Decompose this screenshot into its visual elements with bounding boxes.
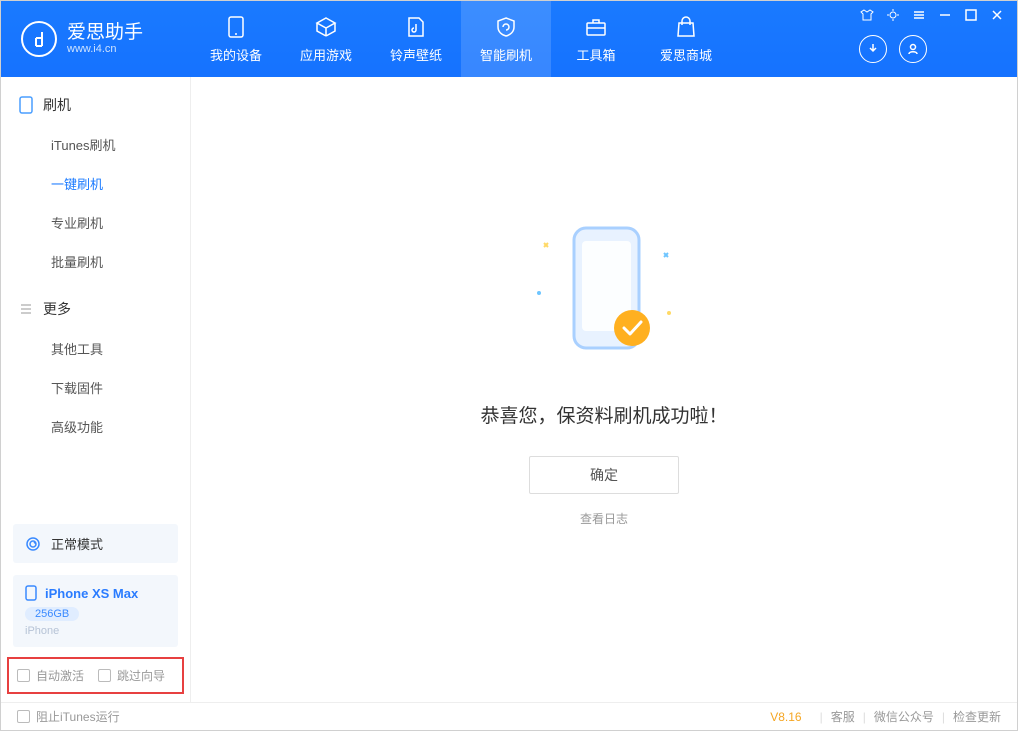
checkbox-skip-guide[interactable]: 跳过向导	[98, 667, 165, 684]
support-link[interactable]: 客服	[831, 708, 855, 725]
sidebar-item-oneclick-flash[interactable]: 一键刷机	[1, 164, 190, 203]
checkbox-block-itunes[interactable]: 阻止iTunes运行	[17, 708, 120, 725]
logo-area: 爱思助手 www.i4.cn	[1, 21, 191, 57]
maximize-button[interactable]	[963, 7, 979, 23]
success-illustration	[544, 213, 664, 373]
view-log-link[interactable]: 查看日志	[580, 510, 628, 527]
sidebar-item-advanced[interactable]: 高级功能	[1, 407, 190, 446]
phone-icon	[224, 15, 248, 39]
sync-icon	[25, 536, 41, 552]
sidebar-section-more: 更多	[1, 295, 190, 329]
mode-indicator[interactable]: 正常模式	[13, 524, 178, 563]
app-title: 爱思助手	[67, 23, 143, 42]
tab-my-device[interactable]: 我的设备	[191, 1, 281, 77]
checkbox-auto-activate[interactable]: 自动激活	[17, 667, 84, 684]
nav-tabs: 我的设备 应用游戏 铃声壁纸 智能刷机 工具箱 爱思商城	[191, 1, 731, 77]
tab-wallpaper[interactable]: 铃声壁纸	[371, 1, 461, 77]
update-link[interactable]: 检查更新	[953, 708, 1001, 725]
tab-apps[interactable]: 应用游戏	[281, 1, 371, 77]
version-label: V8.16	[770, 710, 801, 724]
sidebar-item-pro-flash[interactable]: 专业刷机	[1, 203, 190, 242]
app-header: 爱思助手 www.i4.cn 我的设备 应用游戏 铃声壁纸 智能刷机 工具箱 爱…	[1, 1, 1017, 77]
shield-refresh-icon	[494, 15, 518, 39]
minimize-button[interactable]	[937, 7, 953, 23]
sidebar-item-firmware[interactable]: 下载固件	[1, 368, 190, 407]
device-info[interactable]: iPhone XS Max 256GB iPhone	[13, 575, 178, 647]
ok-button[interactable]: 确定	[529, 456, 679, 494]
sidebar-section-flash: 刷机	[1, 91, 190, 125]
music-file-icon	[404, 15, 428, 39]
tab-toolbox[interactable]: 工具箱	[551, 1, 641, 77]
sidebar-item-other-tools[interactable]: 其他工具	[1, 329, 190, 368]
close-button[interactable]	[989, 7, 1005, 23]
tab-flash[interactable]: 智能刷机	[461, 1, 551, 77]
device-icon	[19, 96, 33, 114]
sidebar: 刷机 iTunes刷机 一键刷机 专业刷机 批量刷机 更多 其他工具 下载固件 …	[1, 77, 191, 702]
cube-icon	[314, 15, 338, 39]
phone-small-icon	[25, 585, 37, 601]
window-controls	[859, 7, 1005, 23]
bag-icon	[674, 15, 698, 39]
user-button[interactable]	[899, 35, 927, 63]
download-button[interactable]	[859, 35, 887, 63]
device-type: iPhone	[25, 625, 166, 637]
menu-icon[interactable]	[911, 7, 927, 23]
app-subtitle: www.i4.cn	[67, 44, 143, 55]
shirt-icon[interactable]	[859, 7, 875, 23]
list-icon	[19, 302, 33, 316]
sun-icon[interactable]	[885, 7, 901, 23]
sidebar-item-itunes-flash[interactable]: iTunes刷机	[1, 125, 190, 164]
tab-store[interactable]: 爱思商城	[641, 1, 731, 77]
toolbox-icon	[584, 15, 608, 39]
success-message: 恭喜您，保资料刷机成功啦！	[480, 401, 727, 428]
sidebar-item-batch-flash[interactable]: 批量刷机	[1, 242, 190, 281]
logo-icon	[21, 21, 57, 57]
main-content: 恭喜您，保资料刷机成功啦！ 确定 查看日志	[191, 77, 1017, 702]
options-row: 自动激活 跳过向导	[7, 657, 184, 694]
wechat-link[interactable]: 微信公众号	[874, 708, 934, 725]
device-capacity: 256GB	[25, 607, 79, 621]
status-bar: 阻止iTunes运行 V8.16 | 客服 | 微信公众号 | 检查更新	[1, 702, 1017, 730]
